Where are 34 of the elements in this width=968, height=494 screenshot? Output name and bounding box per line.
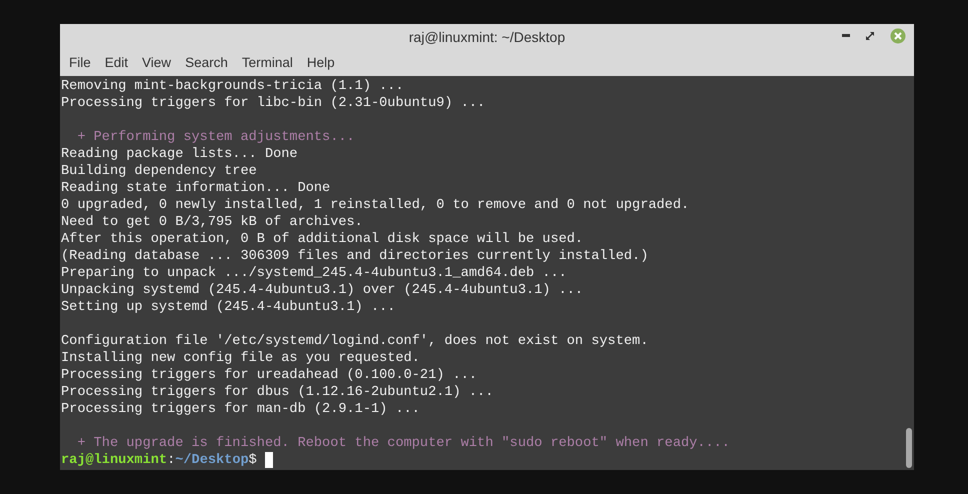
cursor: [264, 452, 273, 468]
output-line: Configuration file '/etc/systemd/logind.conf', does not exist on system.: [61, 333, 648, 350]
output-line: Installing new config file as you requested.: [61, 350, 420, 367]
menu-item[interactable]: File: [62, 52, 98, 74]
menu-item[interactable]: Search: [178, 52, 235, 74]
output-line: Processing triggers for dbus (1.12.16-2ubuntu2.1) ...: [61, 384, 494, 401]
minimize-icon[interactable]: [842, 34, 850, 38]
notice-line: + The upgrade is finished. Reboot the computer with "sudo reboot" when ready....: [76, 435, 730, 452]
prompt-user: raj@linuxmint: [61, 452, 168, 469]
output-line: Setting up systemd (245.4-4ubuntu3.1) ...: [61, 299, 396, 316]
scrollbar-thumb[interactable]: [906, 428, 912, 468]
menu-item[interactable]: Terminal: [234, 52, 300, 74]
output-line: Reading state information... Done: [61, 180, 330, 197]
menu-item[interactable]: Help: [300, 52, 342, 74]
prompt-symbol: $: [248, 452, 257, 469]
output-line: Building dependency tree: [61, 163, 257, 180]
maximize-icon[interactable]: [866, 32, 874, 40]
output-line: After this operation, 0 B of additional disk space will be used.: [61, 231, 584, 248]
output-line: Removing mint-backgrounds-tricia (1.1) ...: [61, 78, 404, 95]
output-line: (Reading database ... 306309 files and directories currently installed.): [61, 248, 648, 265]
output-line: 0 upgraded, 0 newly installed, 1 reinstalled, 0 to remove and 0 not upgraded.: [61, 197, 690, 214]
output-line: Unpacking systemd (245.4-4ubuntu3.1) over (245.4-4ubuntu3.1) ...: [61, 282, 584, 299]
menu-item[interactable]: View: [135, 52, 178, 74]
output-line: Processing triggers for libc-bin (2.31-0ubuntu9) ...: [61, 95, 486, 112]
output-line: Processing triggers for man-db (2.9.1-1) ...: [61, 401, 420, 418]
output-line: Processing triggers for ureadahead (0.100.0-21) ...: [61, 367, 478, 384]
prompt-separator: :: [167, 452, 176, 469]
output-line: Need to get 0 B/3,795 kB of archives.: [61, 214, 363, 231]
notice-line: + Performing system adjustments...: [76, 129, 355, 146]
window-title: raj@linuxmint: ~/Desktop: [408, 28, 566, 47]
output-line: Reading package lists... Done: [61, 146, 298, 163]
prompt-path: ~/Desktop: [175, 452, 249, 469]
output-line: Preparing to unpack .../systemd_245.4-4ubuntu3.1_amd64.deb ...: [61, 265, 567, 282]
menu-item[interactable]: Edit: [98, 52, 136, 74]
